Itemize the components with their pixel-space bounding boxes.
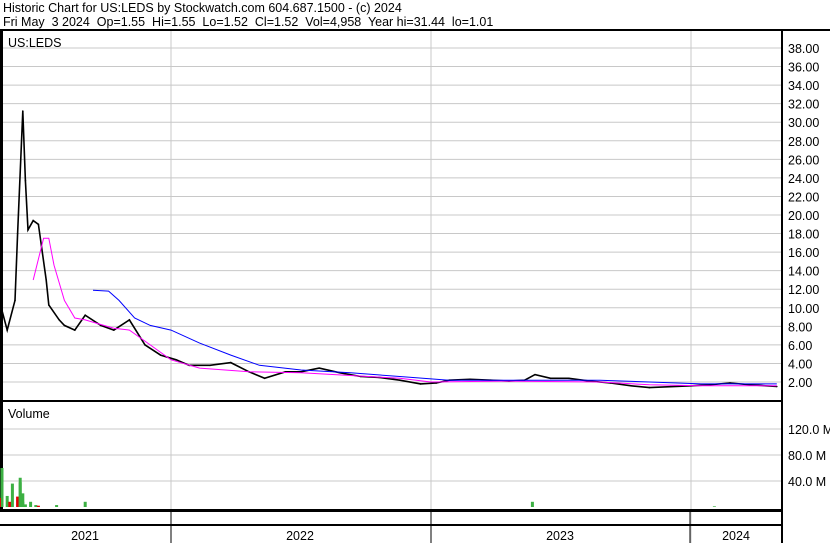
price-point [37, 223, 40, 226]
price-point [419, 383, 422, 385]
left-border [0, 30, 3, 512]
price-point [6, 329, 8, 331]
volume-bar [21, 501, 25, 507]
price-point [84, 314, 86, 317]
price-point [159, 354, 162, 356]
volume-bar [83, 501, 87, 507]
price-tick-label: 6.00 [788, 339, 812, 353]
symbol-label: US:LEDS [8, 36, 62, 50]
volume-bar [0, 497, 1, 507]
price-point [318, 367, 321, 369]
price-point [209, 364, 211, 367]
price-point [24, 179, 27, 182]
price-tick-label: 38.00 [788, 42, 819, 56]
volume-bar [5, 495, 9, 507]
price-point [14, 299, 16, 302]
volume-bar [36, 505, 40, 507]
price-point [263, 377, 266, 380]
volume-bar [16, 496, 20, 507]
volume-baseline [0, 509, 782, 512]
volume-bar [55, 505, 59, 507]
price-tick-label: 34.00 [788, 79, 819, 93]
price-line [1, 111, 777, 389]
price-point [175, 358, 177, 361]
price-point [230, 361, 232, 364]
price-point [22, 110, 24, 112]
price-tick-label: 16.00 [788, 246, 819, 260]
volume-bar [8, 501, 12, 507]
volume-tick-label: 40.0 M [788, 475, 826, 489]
price-tick-label: 4.00 [788, 357, 812, 371]
price-tick-label: 32.00 [788, 98, 819, 112]
price-point [16, 232, 19, 235]
price-tick-label: 26.00 [788, 153, 819, 167]
year-label-2023: 2023 [546, 529, 574, 543]
price-tick-label: 20.00 [788, 209, 819, 223]
volume-bar [712, 506, 716, 507]
price-tick-label: 10.00 [788, 302, 819, 316]
price-tick-label: 28.00 [788, 135, 819, 149]
volume-bar [34, 505, 38, 507]
price-point [630, 384, 632, 387]
price-tick-label: 24.00 [788, 172, 819, 186]
price-point [568, 377, 570, 380]
price-point [27, 229, 29, 231]
volume-bar [18, 477, 22, 507]
volume-label: Volume [8, 407, 50, 421]
stock-chart: 2.00 4.00 6.00 8.00 10.00 12.00 14.00 16.00 18.0… [0, 29, 830, 543]
price-point [63, 324, 66, 327]
year-label-2021: 2021 [71, 529, 99, 543]
ma-long-line [92, 289, 777, 385]
volume-bar [530, 501, 534, 507]
volume-tick-label: 120.0 M [788, 423, 830, 437]
price-tick-label: 36.00 [788, 61, 819, 75]
year-label-2022: 2022 [286, 529, 314, 543]
price-point [144, 344, 146, 346]
volume-bar [23, 504, 27, 507]
price-point [32, 219, 34, 222]
volume-bar [0, 468, 4, 507]
price-tick-label: 18.00 [788, 228, 819, 242]
price-point [549, 377, 552, 380]
price-point [58, 319, 60, 321]
price-point [45, 279, 47, 281]
volume-bar [10, 483, 14, 507]
price-point [648, 386, 651, 389]
price-tick-label: 8.00 [788, 320, 812, 334]
price-point [48, 304, 50, 306]
price-tick-label: 14.00 [788, 265, 819, 279]
price-tick-label: 12.00 [788, 283, 819, 297]
price-point [669, 385, 671, 388]
price-tick-label: 2.00 [788, 376, 812, 390]
price-point [399, 379, 401, 381]
price-point [113, 329, 115, 331]
price-point [128, 319, 131, 321]
price-point [74, 329, 76, 331]
price-tick-label: 30.00 [788, 116, 819, 130]
price-point [534, 373, 536, 376]
year-label-2024: 2024 [722, 529, 750, 543]
volume-bar [29, 501, 33, 507]
price-point [1, 309, 3, 312]
volume-tick-label: 80.0 M [788, 449, 826, 463]
price-tick-label: 22.00 [788, 190, 819, 204]
